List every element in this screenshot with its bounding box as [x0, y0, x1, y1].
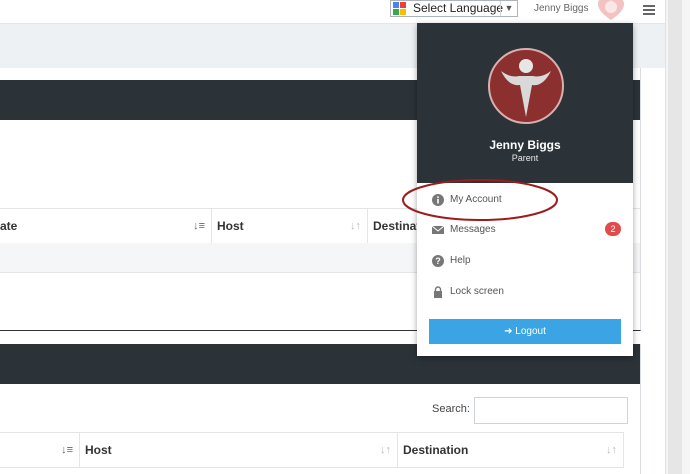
column-header-date[interactable]: ate ↓≡ [0, 209, 212, 243]
column-label: Destination [403, 443, 469, 457]
user-avatar[interactable] [596, 0, 626, 22]
menu-item-label: Help [450, 255, 471, 266]
logout-label: Logout [515, 326, 546, 337]
column-header-destination[interactable]: Destination ↓↑ [397, 433, 624, 467]
dropdown-header: Jenny Biggs Parent [417, 23, 633, 183]
logout-button[interactable]: ➜ Logout [429, 319, 621, 344]
user-name[interactable]: Jenny Biggs [534, 3, 588, 14]
chevron-down-icon[interactable]: ▼ [500, 1, 517, 16]
menu-item-label: Messages [450, 224, 496, 235]
profile-role: Parent [511, 153, 539, 163]
column-header-date[interactable]: ↓≡ [0, 433, 80, 467]
search-label: Search: [432, 403, 470, 415]
column-label: ate [0, 219, 18, 233]
profile-name: Jenny Biggs [489, 138, 561, 152]
envelope-icon [432, 225, 444, 234]
column-header-host[interactable]: Host ↓↑ [211, 209, 368, 243]
column-label: Host [217, 219, 244, 233]
messages-count-badge: 2 [605, 222, 621, 236]
sort-icon[interactable]: ↓↑ [350, 209, 361, 243]
column-header-host[interactable]: Host ↓↑ [79, 433, 398, 467]
scrollbar-track[interactable] [668, 0, 682, 474]
sort-icon[interactable]: ↓↑ [380, 433, 391, 467]
language-select[interactable]: Select Language ▼ [390, 0, 518, 17]
menu-item-help[interactable]: ? Help [429, 251, 619, 271]
hamburger-menu-icon[interactable] [642, 3, 656, 17]
sort-desc-icon[interactable]: ↓≡ [61, 433, 73, 467]
svg-text:?: ? [435, 256, 441, 266]
page-scrollbar[interactable] [665, 0, 690, 474]
logout-icon: ➜ [504, 326, 513, 337]
lock-icon [434, 286, 442, 298]
menu-item-label: Lock screen [450, 286, 504, 297]
google-translate-icon [393, 2, 406, 15]
search-input[interactable] [474, 397, 628, 424]
menu-item-lock-screen[interactable]: Lock screen [429, 282, 619, 302]
top-bar: Select Language ▼ Jenny Biggs [0, 0, 665, 24]
column-label: Host [85, 443, 112, 457]
profile-avatar [488, 48, 564, 124]
language-select-label: Select Language [413, 1, 504, 15]
sort-desc-icon[interactable]: ↓≡ [193, 209, 205, 243]
table-2-header: ↓≡ Host ↓↑ Destination ↓↑ [0, 432, 624, 468]
sort-icon[interactable]: ↓↑ [606, 433, 617, 467]
highlight-annotation-oval [402, 179, 558, 221]
menu-item-messages[interactable]: Messages [429, 220, 619, 240]
question-icon: ? [432, 255, 444, 267]
